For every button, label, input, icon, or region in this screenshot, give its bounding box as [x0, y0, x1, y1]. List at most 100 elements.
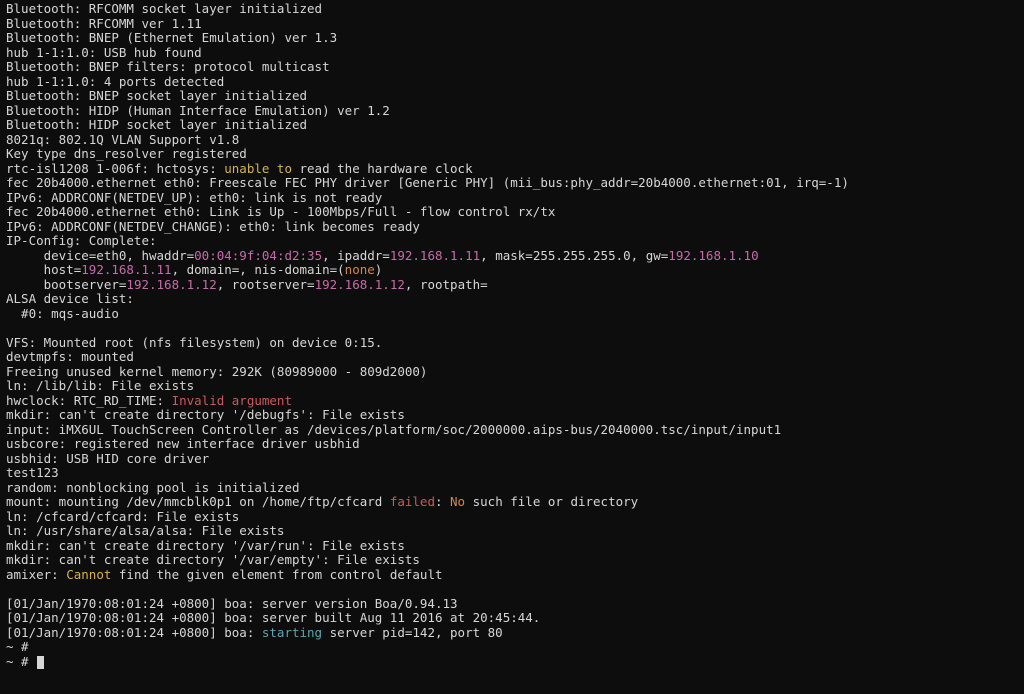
terminal-line: ln: /cfcard/cfcard: File exists [6, 510, 1020, 525]
terminal-output[interactable]: Bluetooth: RFCOMM socket layer initializ… [0, 0, 1024, 669]
terminal-line: fec 20b4000.ethernet eth0: Freescale FEC… [6, 176, 1020, 191]
terminal-line: input: iMX6UL TouchScreen Controller as … [6, 423, 1020, 438]
terminal-line: bootserver=192.168.1.12, rootserver=192.… [6, 278, 1020, 293]
cursor [37, 656, 44, 669]
text-segment: mkdir: can't create directory '/var/empt… [6, 552, 420, 567]
terminal-line: [01/Jan/1970:08:01:24 +0800] boa: server… [6, 611, 1020, 626]
terminal-line: VFS: Mounted root (nfs filesystem) on de… [6, 336, 1020, 351]
terminal-line: IPv6: ADDRCONF(NETDEV_CHANGE): eth0: lin… [6, 220, 1020, 235]
terminal-line: Bluetooth: HIDP socket layer initialized [6, 118, 1020, 133]
terminal-line: ln: /lib/lib: File exists [6, 379, 1020, 394]
terminal-line: 8021q: 802.1Q VLAN Support v1.8 [6, 133, 1020, 148]
text-segment: Freeing unused kernel memory: 292K (8098… [6, 364, 427, 379]
terminal-line: hwclock: RTC_RD_TIME: Invalid argument [6, 394, 1020, 409]
terminal-line: Bluetooth: HIDP (Human Interface Emulati… [6, 104, 1020, 119]
text-segment: fec 20b4000.ethernet eth0: Link is Up - … [6, 204, 555, 219]
terminal-line: Bluetooth: BNEP (Ethernet Emulation) ver… [6, 31, 1020, 46]
text-segment: such file or directory [465, 494, 638, 509]
text-segment: test123 [6, 465, 59, 480]
terminal-line: usbcore: registered new interface driver… [6, 437, 1020, 452]
text-segment: No [450, 494, 465, 509]
text-segment: Cannot [66, 567, 111, 582]
text-segment: 8021q: 802.1Q VLAN Support v1.8 [6, 132, 239, 147]
text-segment: rtc-isl1208 1-006f: hctosys: [6, 161, 224, 176]
text-segment: Bluetooth: HIDP socket layer initialized [6, 117, 307, 132]
text-segment: hwclock: RTC_RD_TIME: [6, 393, 172, 408]
terminal-line: Bluetooth: RFCOMM ver 1.11 [6, 17, 1020, 32]
text-segment: 192.168.1.10 [668, 248, 758, 263]
terminal-line: hub 1-1:1.0: USB hub found [6, 46, 1020, 61]
text-segment: devtmpfs: mounted [6, 349, 134, 364]
terminal-line: usbhid: USB HID core driver [6, 452, 1020, 467]
text-segment: IP-Config: Complete: [6, 233, 157, 248]
terminal-line [6, 582, 1020, 597]
terminal-line [6, 321, 1020, 336]
text-segment: unable to [224, 161, 292, 176]
terminal-line: Bluetooth: BNEP socket layer initialized [6, 89, 1020, 104]
terminal-line: rtc-isl1208 1-006f: hctosys: unable to r… [6, 162, 1020, 177]
text-segment: ln: /cfcard/cfcard: File exists [6, 509, 239, 524]
terminal-line: host=192.168.1.11, domain=, nis-domain=(… [6, 263, 1020, 278]
terminal-line: IPv6: ADDRCONF(NETDEV_UP): eth0: link is… [6, 191, 1020, 206]
terminal-line: Bluetooth: BNEP filters: protocol multic… [6, 60, 1020, 75]
text-segment: find the given element from control defa… [111, 567, 442, 582]
text-segment: ~ # [6, 654, 36, 669]
text-segment: starting [262, 625, 322, 640]
text-segment: Bluetooth: BNEP filters: protocol multic… [6, 59, 330, 74]
text-segment: failed [390, 494, 435, 509]
terminal-line: [01/Jan/1970:08:01:24 +0800] boa: server… [6, 597, 1020, 612]
text-segment: 192.168.1.11 [81, 262, 171, 277]
text-segment: fec 20b4000.ethernet eth0: Freescale FEC… [6, 175, 849, 190]
text-segment: VFS: Mounted root (nfs filesystem) on de… [6, 335, 382, 350]
text-segment: 192.168.1.12 [126, 277, 216, 292]
text-segment: Bluetooth: RFCOMM ver 1.11 [6, 16, 202, 31]
terminal-line: #0: mqs-audio [6, 307, 1020, 322]
text-segment: 192.168.1.12 [315, 277, 405, 292]
text-segment: hub 1-1:1.0: 4 ports detected [6, 74, 224, 89]
text-segment: mount: mounting /dev/mmcblk0p1 on /home/… [6, 494, 390, 509]
text-segment: Bluetooth: BNEP socket layer initialized [6, 88, 307, 103]
terminal-line: mkdir: can't create directory '/var/run'… [6, 539, 1020, 554]
text-segment: 00:04:9f:04:d2:35 [194, 248, 322, 263]
text-segment: #0: mqs-audio [6, 306, 119, 321]
text-segment: , ipaddr= [322, 248, 390, 263]
terminal-line: ~ # [6, 655, 1020, 670]
text-segment: mkdir: can't create directory '/debugfs'… [6, 407, 405, 422]
text-segment: [01/Jan/1970:08:01:24 +0800] boa: server… [6, 610, 540, 625]
terminal-line: Bluetooth: RFCOMM socket layer initializ… [6, 2, 1020, 17]
text-segment: ~ # [6, 639, 36, 654]
text-segment: usbcore: registered new interface driver… [6, 436, 360, 451]
text-segment: Bluetooth: HIDP (Human Interface Emulati… [6, 103, 390, 118]
terminal-line: Key type dns_resolver registered [6, 147, 1020, 162]
text-segment: , domain=, nis-domain=( [172, 262, 345, 277]
text-segment: input: iMX6UL TouchScreen Controller as … [6, 422, 781, 437]
text-segment: [01/Jan/1970:08:01:24 +0800] boa: server… [6, 596, 458, 611]
text-segment: , rootpath= [405, 277, 488, 292]
text-segment: usbhid: USB HID core driver [6, 451, 209, 466]
terminal-line: hub 1-1:1.0: 4 ports detected [6, 75, 1020, 90]
text-segment: random: nonblocking pool is initialized [6, 480, 300, 495]
terminal-line: mkdir: can't create directory '/var/empt… [6, 553, 1020, 568]
terminal-line: device=eth0, hwaddr=00:04:9f:04:d2:35, i… [6, 249, 1020, 264]
text-segment: : [435, 494, 450, 509]
terminal-line: random: nonblocking pool is initialized [6, 481, 1020, 496]
text-segment: read the hardware clock [292, 161, 473, 176]
terminal-line: Freeing unused kernel memory: 292K (8098… [6, 365, 1020, 380]
terminal-line: mount: mounting /dev/mmcblk0p1 on /home/… [6, 495, 1020, 510]
text-segment: ALSA device list: [6, 291, 134, 306]
terminal-line: mkdir: can't create directory '/debugfs'… [6, 408, 1020, 423]
terminal-line: test123 [6, 466, 1020, 481]
text-segment: amixer: [6, 567, 66, 582]
text-segment: none [345, 262, 375, 277]
text-segment: ) [375, 262, 383, 277]
text-segment: IPv6: ADDRCONF(NETDEV_UP): eth0: link is… [6, 190, 382, 205]
text-segment: host= [6, 262, 81, 277]
text-segment: Key type dns_resolver registered [6, 146, 247, 161]
terminal-line: ~ # [6, 640, 1020, 655]
text-segment: Bluetooth: RFCOMM socket layer initializ… [6, 1, 322, 16]
terminal-line: devtmpfs: mounted [6, 350, 1020, 365]
text-segment: , rootserver= [217, 277, 315, 292]
terminal-line: ln: /usr/share/alsa/alsa: File exists [6, 524, 1020, 539]
text-segment: [01/Jan/1970:08:01:24 +0800] boa: [6, 625, 262, 640]
terminal-line: [01/Jan/1970:08:01:24 +0800] boa: starti… [6, 626, 1020, 641]
